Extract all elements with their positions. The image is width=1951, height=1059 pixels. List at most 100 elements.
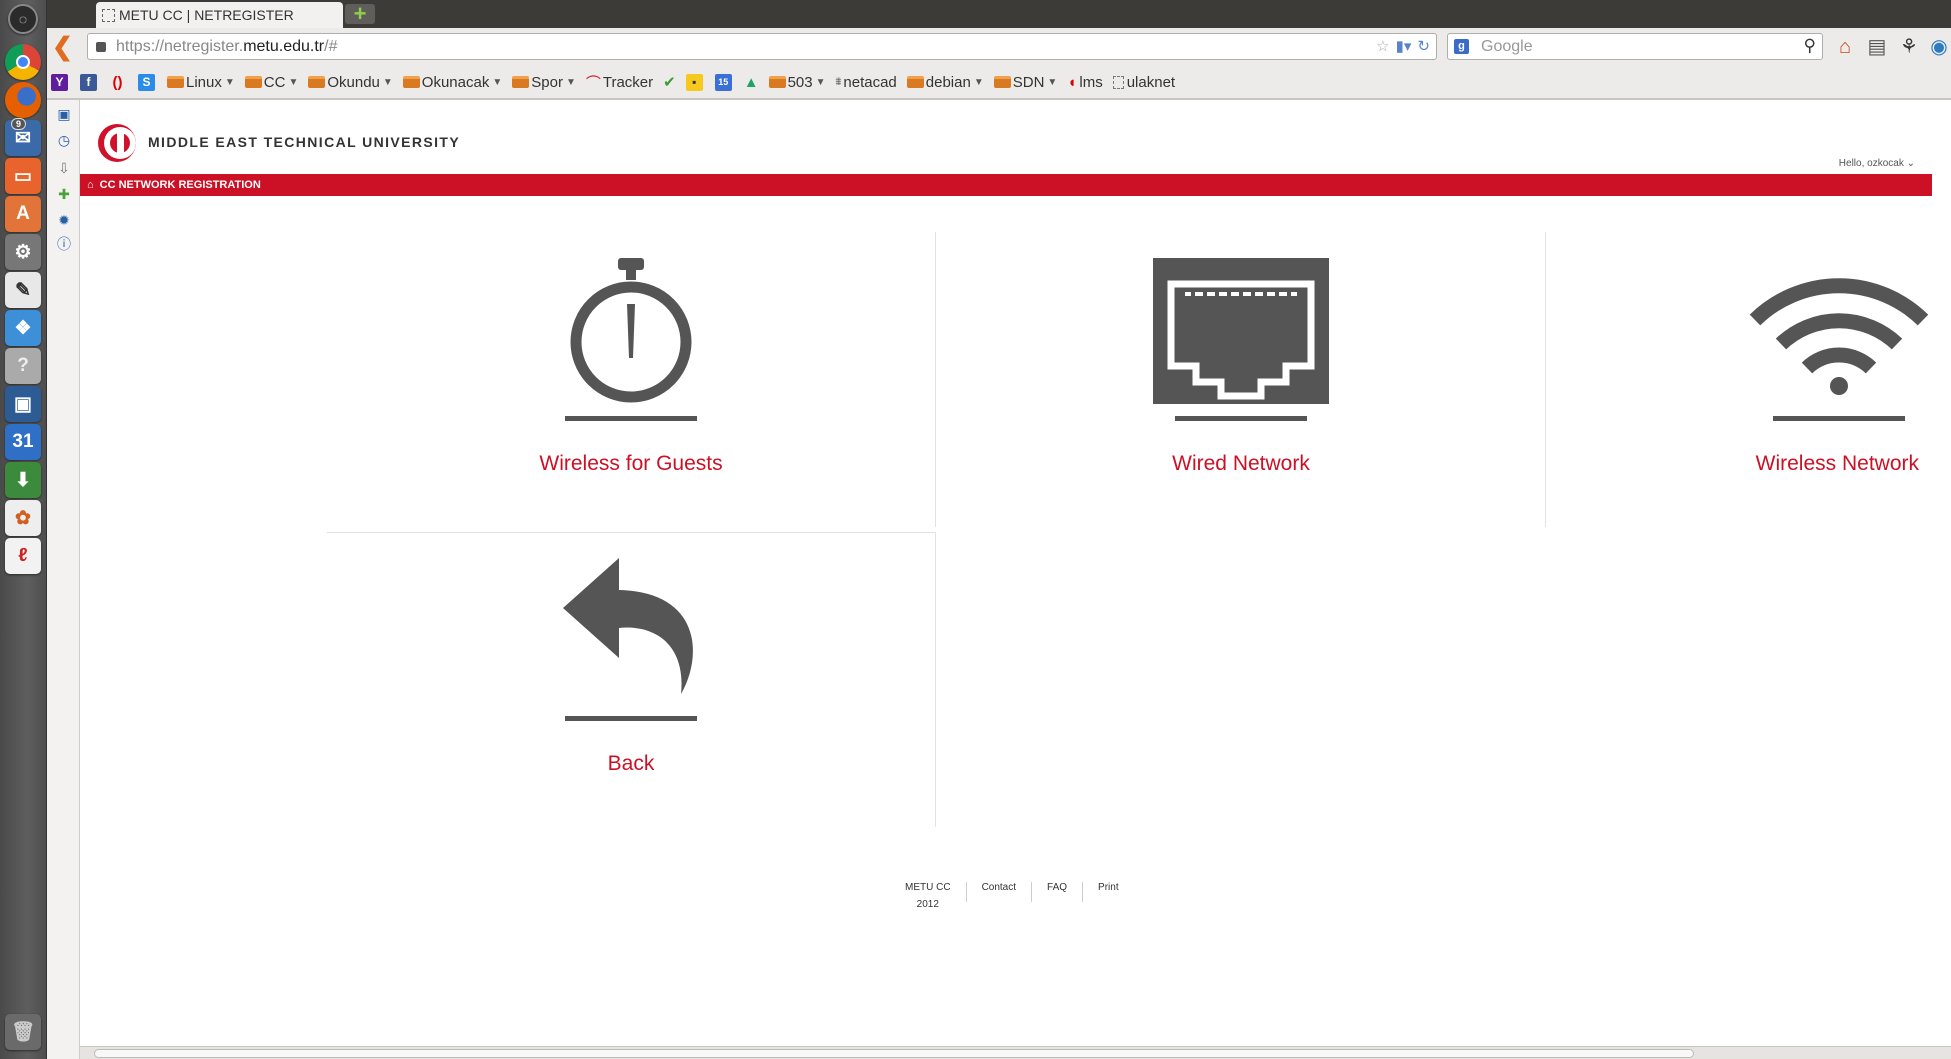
tracker-icon: ⌒ <box>585 74 601 92</box>
page-content: MIDDLE EAST TECHNICAL UNIVERSITY Hello, … <box>80 102 1951 1059</box>
yahoo-bookmark-icon[interactable]: Y <box>51 73 70 91</box>
wifi-icon <box>1749 278 1929 421</box>
bookmark-sdn[interactable]: SDN ▼ <box>993 74 1057 91</box>
text-editor-icon[interactable]: ✎ <box>5 272 41 308</box>
bookmark-star-icon[interactable]: ☆ <box>1376 37 1389 55</box>
footer: METU CC 2012 Contact FAQ Print <box>905 882 1134 910</box>
footer-faq-link[interactable]: FAQ <box>1031 882 1082 902</box>
help-icon[interactable]: ? <box>5 348 41 384</box>
footer-contact-link[interactable]: Contact <box>965 882 1031 902</box>
search-box[interactable]: g Google ⚲ <box>1447 33 1823 60</box>
breadcrumb-bar: ⌂ CC NETWORK REGISTRATION <box>80 174 1932 196</box>
bookmark-debian[interactable]: debian ▼ <box>906 74 984 91</box>
bookmark-netacad[interactable]: ⩩ netacad <box>836 74 897 91</box>
search-placeholder: Google <box>1481 37 1533 55</box>
bookmark-cc[interactable]: CC ▼ <box>244 74 298 91</box>
url-path: /# <box>324 37 338 55</box>
software-center-icon[interactable]: A <box>5 196 41 232</box>
firefox-icon[interactable] <box>5 82 41 118</box>
dropbox-icon[interactable]: ❖ <box>5 310 41 346</box>
dash-icon[interactable]: ◌ <box>8 4 38 34</box>
bookmarks-bar: Y f () S Linux ▼ CC ▼ Okundu ▼ Okunacak ▼ Sp… <box>47 66 1951 100</box>
page-favicon-icon <box>102 8 115 22</box>
tile-back[interactable]: Back <box>327 540 935 840</box>
horizontal-scrollbar[interactable] <box>80 1046 1951 1059</box>
history-clock-icon[interactable]: ◷ <box>56 132 72 148</box>
footer-print-link[interactable]: Print <box>1082 882 1134 902</box>
tile-divider <box>935 232 936 527</box>
butterfly-app-icon[interactable]: ✿ <box>5 500 41 536</box>
reload-icon[interactable]: ↻ <box>1417 37 1430 55</box>
tile-label[interactable]: Wireless Network <box>1547 452 1919 476</box>
virtualbox-icon[interactable]: ▣ <box>5 386 41 422</box>
chrome-icon[interactable] <box>5 44 41 80</box>
home-icon[interactable]: ⌂ <box>1833 35 1857 59</box>
files-icon[interactable]: ▭ <box>5 158 41 194</box>
s-bookmark-icon[interactable]: S <box>138 73 157 91</box>
browser-side-strip: ▣ ◷ ⇩ ✚ ✹ ⓘ <box>47 100 80 1059</box>
facebook-bookmark-icon[interactable]: f <box>80 73 99 91</box>
stopwatch-icon <box>565 258 697 421</box>
user-menu[interactable]: Hello, ozkocak ⌄ <box>1839 158 1915 169</box>
bookmark-lms[interactable]: ◖ lms <box>1067 74 1102 91</box>
bookmark-linux[interactable]: Linux ▼ <box>167 74 235 91</box>
footer-year: 2012 <box>916 899 939 910</box>
chevron-down-icon: ⌄ <box>1906 158 1915 169</box>
home-icon[interactable]: ⌂ <box>87 179 94 191</box>
browser-tab[interactable]: METU CC | NETREGISTER <box>96 2 343 28</box>
netacad-icon: ⩩ <box>835 75 842 88</box>
breadcrumb-title[interactable]: CC NETWORK REGISTRATION <box>100 179 261 191</box>
calendar-icon[interactable]: 31 <box>5 424 41 460</box>
tile-divider <box>1545 232 1546 527</box>
identity-icon[interactable]: ▮▾ <box>1396 37 1412 55</box>
notification-count: 9 <box>11 118 27 130</box>
ethernet-port-icon <box>1153 258 1329 421</box>
info-icon[interactable]: ⓘ <box>56 236 72 252</box>
bookmark-503[interactable]: 503 ▼ <box>768 74 826 91</box>
opera-bookmark-icon[interactable]: () <box>109 74 128 91</box>
downloads-icon[interactable]: ▤ <box>1865 35 1889 59</box>
download-manager-icon[interactable]: ⬇ <box>5 462 41 498</box>
bookmark-okundu[interactable]: Okundu ▼ <box>308 74 393 91</box>
bookmark-ulaknet[interactable]: ulaknet <box>1112 74 1175 91</box>
back-reply-arrow-icon <box>563 558 697 721</box>
extension-icon[interactable]: ⚘ <box>1897 35 1921 59</box>
bookmark-tracker[interactable]: ⌒ Tracker <box>586 72 653 93</box>
tile-label[interactable]: Wireless for Guests <box>327 452 935 476</box>
drive-bookmark-icon[interactable]: ▲ <box>744 74 759 91</box>
settings-gear-icon[interactable]: ✹ <box>56 212 72 228</box>
thunderbird-icon[interactable]: 9 ✉ <box>5 118 41 156</box>
tile-label[interactable]: Wired Network <box>937 452 1545 476</box>
tile-wireless-guests[interactable]: Wireless for Guests <box>327 240 935 540</box>
trash-icon[interactable]: 🗑 <box>5 1014 41 1050</box>
calendar-bookmark-icon[interactable]: 15 <box>714 73 734 91</box>
back-arrow-icon[interactable]: ❮ <box>52 33 73 61</box>
download-arrow-icon[interactable]: ⇩ <box>56 160 72 176</box>
tab-title: METU CC | NETREGISTER <box>119 7 294 23</box>
metu-mini-icon: ◖ <box>1067 73 1077 91</box>
system-settings-icon[interactable]: ⚙ <box>5 234 41 270</box>
search-icon[interactable]: ⚲ <box>1804 36 1816 56</box>
addons-puzzle-icon[interactable]: ✚ <box>56 186 72 202</box>
ubuntu-launcher: ◌ 9 ✉ ▭ A ⚙ ✎ ❖ ? ▣ 31 ⬇ ✿ ℓ 🗑 <box>0 0 47 1059</box>
keep-bookmark-icon[interactable]: ▪ <box>685 73 705 91</box>
check-bookmark-icon[interactable]: ✔ <box>663 73 676 91</box>
metu-logo <box>98 124 136 162</box>
signature-app-icon[interactable]: ℓ <box>5 538 41 574</box>
url-bar[interactable]: https://netregister. metu.edu.tr/# ☆ ▮▾ ↻ <box>87 33 1437 60</box>
footer-org: METU CC 2012 <box>905 882 951 910</box>
lock-icon <box>96 41 106 52</box>
tile-label[interactable]: Back <box>327 752 935 776</box>
new-tab-button[interactable]: + <box>345 3 375 25</box>
scrollbar-thumb[interactable] <box>94 1049 1694 1058</box>
navigation-bar: ❮ https://netregister. metu.edu.tr/# ☆ ▮▾… <box>47 28 1951 66</box>
search-engine-icon[interactable]: g <box>1454 39 1469 54</box>
addon-icon[interactable]: ◉ <box>1927 35 1951 59</box>
url-domain: metu.edu.tr <box>243 37 325 55</box>
blank-page-icon <box>1112 75 1124 89</box>
bookmarks-sidebar-icon[interactable]: ▣ <box>56 106 72 122</box>
tile-wired-network[interactable]: Wired Network <box>937 240 1545 540</box>
bookmark-spor[interactable]: Spor ▼ <box>512 74 576 91</box>
tile-wireless-network[interactable]: Wireless Network <box>1547 240 1931 540</box>
bookmark-okunacak[interactable]: Okunacak ▼ <box>402 74 502 91</box>
